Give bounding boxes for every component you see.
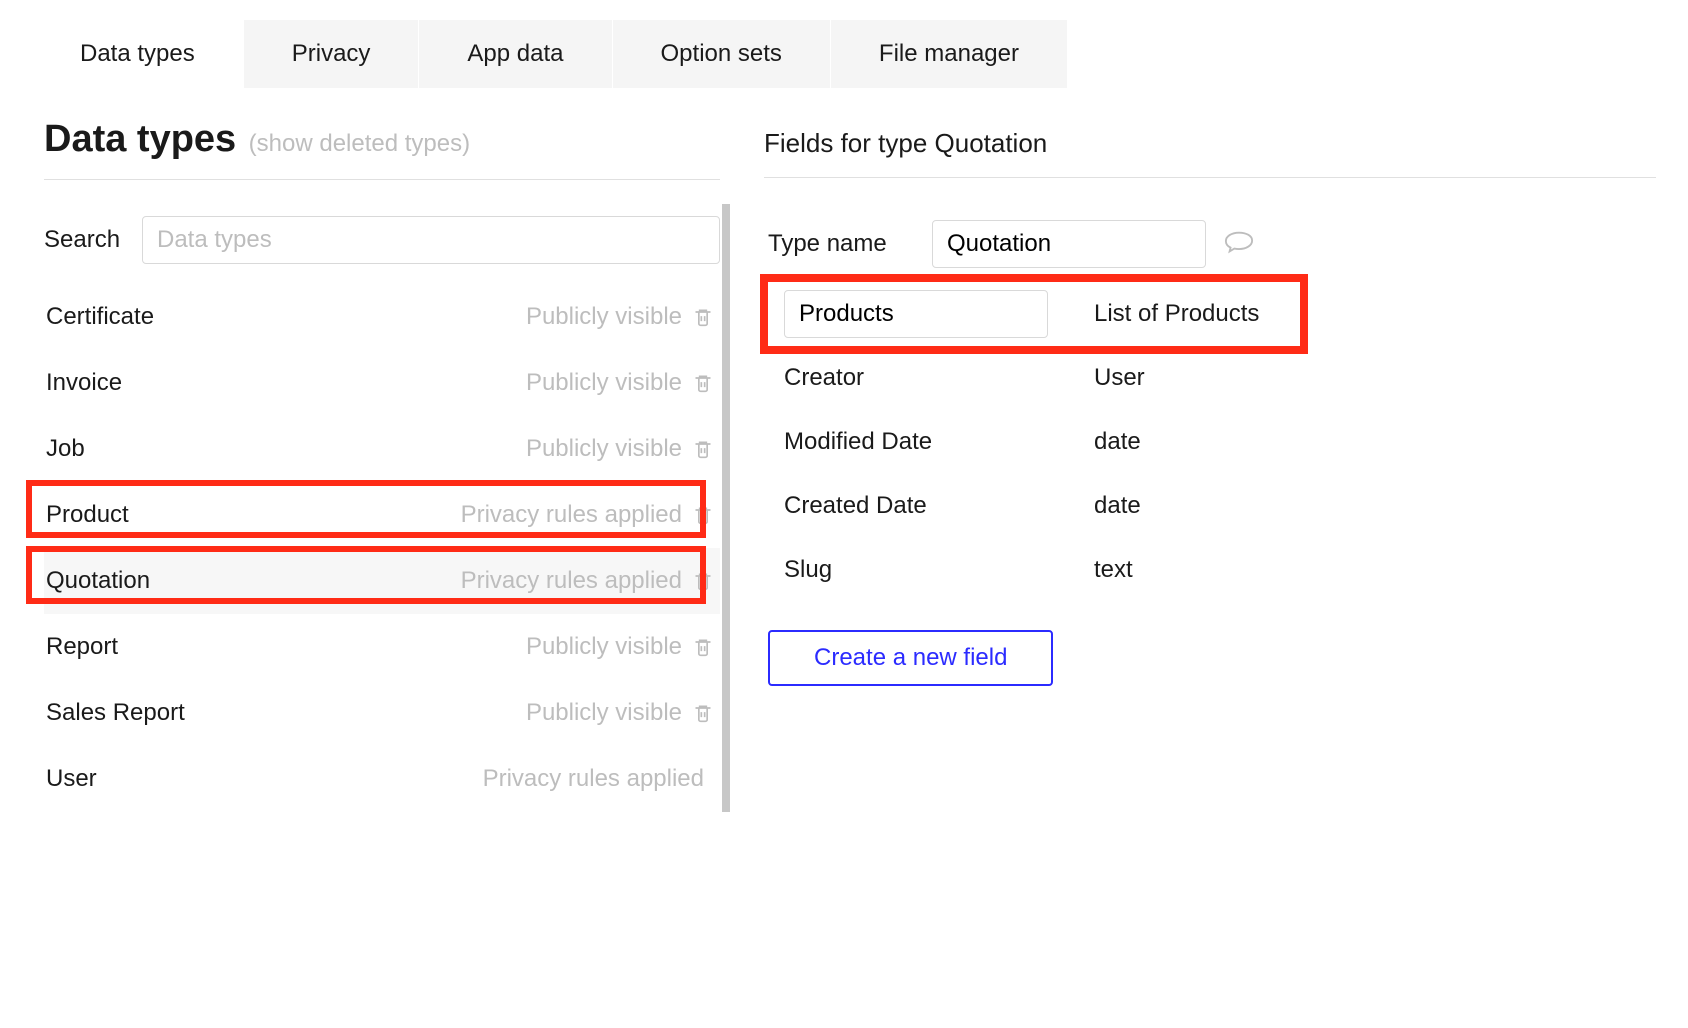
privacy-status: Publicly visible [526,699,682,727]
field-name: Creator [784,364,1094,392]
field-type: List of Products [1094,300,1259,328]
type-list: Certificate Publicly visible Invoice Pub… [44,284,720,812]
privacy-status: Publicly visible [526,633,682,661]
type-name: Job [46,435,526,463]
type-item-certificate[interactable]: Certificate Publicly visible [44,284,720,350]
content: Data types (show deleted types) Search C… [32,88,1656,812]
type-name: Certificate [46,303,526,331]
privacy-status: Publicly visible [526,435,682,463]
privacy-status: Publicly visible [526,303,682,331]
privacy-status: Privacy rules applied [461,567,682,595]
tab-privacy[interactable]: Privacy [244,20,420,88]
trash-icon[interactable] [692,636,714,658]
scrollbar[interactable] [722,204,730,812]
field-row-products[interactable]: List of Products [764,282,1656,346]
search-row: Search [44,216,720,264]
type-item-sales-report[interactable]: Sales Report Publicly visible [44,680,720,746]
field-type: User [1094,364,1145,392]
field-type: date [1094,428,1141,456]
type-name: Report [46,633,526,661]
type-name-input[interactable] [932,220,1206,268]
fields-panel: Fields for type Quotation Type name List… [720,118,1656,812]
type-name: User [46,765,483,793]
type-item-user[interactable]: User Privacy rules applied [44,746,720,812]
field-name: Slug [784,556,1094,584]
data-editor: Data types Privacy App data Option sets … [0,0,1688,812]
trash-icon[interactable] [692,438,714,460]
type-name: Sales Report [46,699,526,727]
trash-icon[interactable] [692,570,714,592]
type-name: Invoice [46,369,526,397]
field-row-creator[interactable]: Creator User [764,346,1656,410]
type-name-row: Type name [768,220,1656,268]
trash-icon[interactable] [692,306,714,328]
field-row-created-date[interactable]: Created Date date [764,474,1656,538]
field-name: Created Date [784,492,1094,520]
data-types-panel: Data types (show deleted types) Search C… [32,118,720,812]
type-name-label: Type name [768,230,932,258]
tab-data-types[interactable]: Data types [32,20,244,88]
type-item-product[interactable]: Product Privacy rules applied [44,482,720,548]
show-deleted-link[interactable]: (show deleted types) [249,130,470,158]
trash-icon[interactable] [692,372,714,394]
trash-icon[interactable] [692,702,714,724]
privacy-status: Privacy rules applied [461,501,682,529]
type-item-job[interactable]: Job Publicly visible [44,416,720,482]
tabs: Data types Privacy App data Option sets … [32,20,1656,88]
type-item-quotation[interactable]: Quotation Privacy rules applied [44,548,720,614]
tab-option-sets[interactable]: Option sets [613,20,831,88]
field-type: date [1094,492,1141,520]
section-title: Data types [44,118,236,161]
field-row-modified-date[interactable]: Modified Date date [764,410,1656,474]
field-type: text [1094,556,1133,584]
type-item-invoice[interactable]: Invoice Publicly visible [44,350,720,416]
search-input[interactable] [142,216,720,264]
privacy-status: Privacy rules applied [483,765,704,793]
create-field-button[interactable]: Create a new field [768,630,1053,686]
tab-file-manager[interactable]: File manager [831,20,1068,88]
field-row-slug[interactable]: Slug text [764,538,1656,602]
search-label: Search [44,226,142,254]
type-name: Product [46,501,461,529]
comment-icon[interactable] [1224,230,1254,259]
fields-title: Fields for type Quotation [764,128,1656,178]
type-item-report[interactable]: Report Publicly visible [44,614,720,680]
field-name [784,290,1094,338]
field-name-input[interactable] [784,290,1048,338]
field-list: List of Products Creator User Modified D… [764,282,1656,602]
type-name: Quotation [46,567,461,595]
field-name: Modified Date [784,428,1094,456]
section-header: Data types (show deleted types) [44,118,720,180]
privacy-status: Publicly visible [526,369,682,397]
tab-app-data[interactable]: App data [419,20,612,88]
trash-icon[interactable] [692,504,714,526]
